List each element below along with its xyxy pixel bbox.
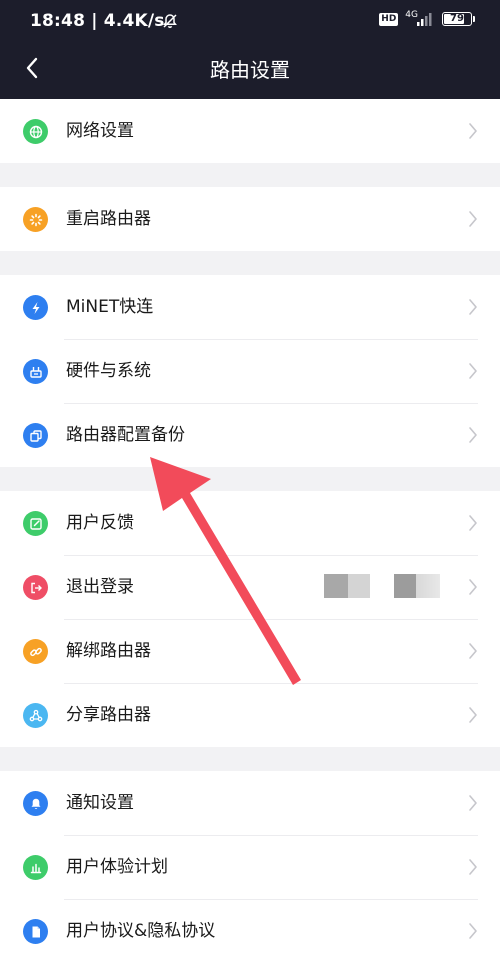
- settings-item-label: 解绑路由器: [66, 641, 151, 661]
- settings-item-policy[interactable]: 用户协议&隐私协议: [0, 899, 500, 963]
- header-bar: 18:48 | 4.4K/s HD 4G 79 路由设置: [0, 0, 500, 99]
- loading-icon: [23, 207, 48, 232]
- settings-item-label: 用户反馈: [66, 513, 134, 533]
- settings-item-feedback[interactable]: 用户反馈: [0, 491, 500, 555]
- chart-icon: [23, 855, 48, 880]
- edit-icon: [23, 511, 48, 536]
- settings-group: 用户反馈退出登录解绑路由器分享路由器: [0, 491, 500, 747]
- chevron-right-icon: [468, 362, 478, 384]
- settings-item-label: 用户协议&隐私协议: [66, 921, 216, 941]
- settings-group: 通知设置用户体验计划用户协议&隐私协议: [0, 771, 500, 963]
- settings-item-restart[interactable]: 重启路由器: [0, 187, 500, 251]
- chevron-right-icon: [468, 642, 478, 664]
- settings-item-label: 用户体验计划: [66, 857, 168, 877]
- account-redacted: [324, 574, 370, 598]
- settings-item-ux[interactable]: 用户体验计划: [0, 835, 500, 899]
- settings-list: 网络设置重启路由器 MiNET快连 硬件与系统路由器配置备份 用户反馈退出登录解绑路由…: [0, 99, 500, 963]
- copy-icon: [23, 423, 48, 448]
- chevron-right-icon: [468, 794, 478, 816]
- settings-group: MiNET快连 硬件与系统路由器配置备份: [0, 275, 500, 467]
- battery-level: 79: [450, 13, 464, 24]
- group-separator: [0, 163, 500, 187]
- settings-item-label: 路由器配置备份: [66, 425, 185, 445]
- chevron-right-icon: [468, 298, 478, 320]
- chevron-right-icon: [468, 706, 478, 728]
- settings-item-label: 重启路由器: [66, 209, 151, 229]
- chevron-right-icon: [468, 578, 478, 600]
- battery-icon: 79: [442, 12, 475, 26]
- group-separator: [0, 467, 500, 491]
- settings-item-share[interactable]: 分享路由器: [0, 683, 500, 747]
- status-indicators: HD 4G 79: [379, 10, 475, 26]
- settings-item-minet[interactable]: MiNET快连: [0, 275, 500, 339]
- settings-item-label: 通知设置: [66, 793, 134, 813]
- settings-item-label: 网络设置: [66, 121, 134, 141]
- chevron-right-icon: [468, 514, 478, 536]
- globe-icon: [23, 119, 48, 144]
- chevron-right-icon: [468, 922, 478, 944]
- hd-badge: HD: [379, 12, 399, 26]
- share-icon: [23, 703, 48, 728]
- settings-item-backup[interactable]: 路由器配置备份: [0, 403, 500, 467]
- settings-group: 重启路由器: [0, 187, 500, 251]
- settings-item-label: 硬件与系统: [66, 361, 151, 381]
- page-title: 路由设置: [210, 58, 290, 82]
- chevron-right-icon: [468, 210, 478, 232]
- settings-item-label: 分享路由器: [66, 705, 151, 725]
- settings-item-label: 退出登录: [66, 577, 134, 597]
- network-type: 4G: [405, 10, 418, 20]
- router-icon: [23, 359, 48, 384]
- chevron-right-icon: [468, 122, 478, 144]
- document-icon: [23, 919, 48, 944]
- signal-icon: [417, 13, 432, 26]
- chevron-right-icon: [468, 858, 478, 880]
- chevron-right-icon: [468, 426, 478, 448]
- settings-group: 网络设置: [0, 99, 500, 163]
- link-icon: [23, 639, 48, 664]
- group-separator: [0, 747, 500, 771]
- status-bar: 18:48 | 4.4K/s HD 4G 79: [0, 0, 500, 44]
- status-time: 18:48 | 4.4K/s: [30, 11, 165, 31]
- lightning-icon: [23, 295, 48, 320]
- group-separator: [0, 251, 500, 275]
- settings-item-unbind[interactable]: 解绑路由器: [0, 619, 500, 683]
- mute-icon: [163, 14, 177, 29]
- settings-item-label: MiNET快连: [66, 297, 154, 317]
- bell-icon: [23, 791, 48, 816]
- account-redacted-2: [394, 574, 440, 598]
- logout-icon: [23, 575, 48, 600]
- settings-item-notify[interactable]: 通知设置: [0, 771, 500, 835]
- settings-item-network[interactable]: 网络设置: [0, 99, 500, 163]
- settings-item-hardware[interactable]: 硬件与系统: [0, 339, 500, 403]
